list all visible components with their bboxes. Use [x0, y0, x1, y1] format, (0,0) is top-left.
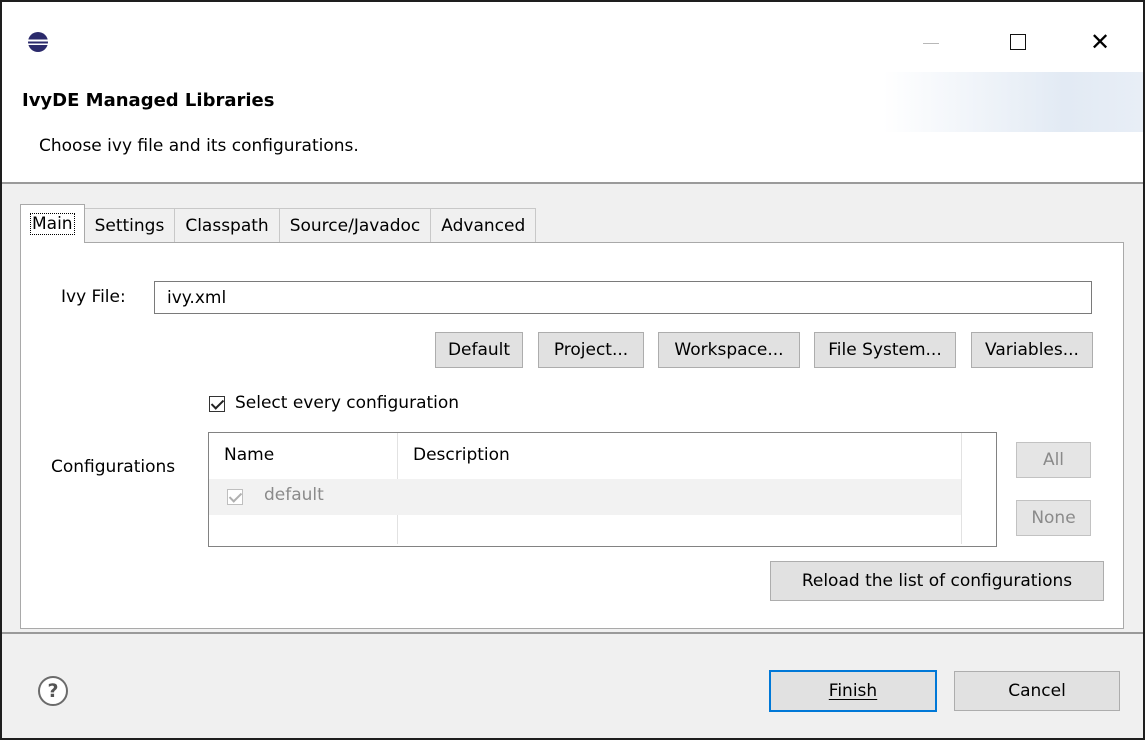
configurations-table[interactable]: Name Description default: [208, 432, 997, 547]
table-row[interactable]: default: [209, 479, 961, 515]
tab-settings[interactable]: Settings: [83, 208, 176, 243]
finish-label: Finish: [828, 681, 878, 701]
dialog-body: Main Settings Classpath Source/Javadoc A…: [2, 184, 1143, 632]
project-button[interactable]: Project...: [538, 332, 644, 368]
configurations-label: Configurations: [51, 457, 176, 477]
help-icon[interactable]: ?: [38, 676, 68, 706]
all-button[interactable]: All: [1016, 442, 1091, 478]
eclipse-icon: [28, 32, 48, 52]
column-divider: [961, 433, 962, 544]
ivyde-dialog: ✕ IvyDE Managed Libraries Choose ivy fil…: [0, 0, 1145, 740]
column-header-description[interactable]: Description: [413, 433, 953, 477]
tab-label: Classpath: [185, 216, 269, 236]
column-header-name[interactable]: Name: [224, 433, 394, 477]
main-tab-panel: Ivy File: Default Project... Workspace..…: [20, 242, 1124, 629]
dialog-footer: ? Finish Cancel: [2, 634, 1143, 738]
header-banner: [883, 72, 1143, 132]
tab-label: Main: [30, 213, 75, 235]
tab-label: Source/Javadoc: [289, 216, 421, 236]
page-description: Choose ivy file and its configurations.: [39, 136, 359, 156]
workspace-button[interactable]: Workspace...: [658, 332, 800, 368]
close-icon: ✕: [1089, 28, 1111, 56]
tab-advanced[interactable]: Advanced: [430, 208, 537, 243]
file-system-button[interactable]: File System...: [814, 332, 956, 368]
minimize-icon: [923, 42, 939, 44]
finish-button[interactable]: Finish: [769, 670, 937, 712]
variables-button[interactable]: Variables...: [971, 332, 1093, 368]
select-every-checkbox[interactable]: [209, 396, 225, 412]
ivy-file-input[interactable]: [154, 281, 1092, 314]
default-button[interactable]: Default: [435, 332, 523, 368]
tab-label: Advanced: [441, 216, 526, 236]
tab-source-javadoc[interactable]: Source/Javadoc: [278, 208, 432, 243]
row-checkbox[interactable]: [227, 489, 243, 505]
tab-label: Settings: [94, 216, 165, 236]
ivy-file-label: Ivy File:: [61, 287, 126, 307]
minimize-button[interactable]: [908, 22, 954, 62]
maximize-button[interactable]: [995, 22, 1041, 62]
tab-bar: Main Settings Classpath Source/Javadoc A…: [20, 204, 537, 244]
title-bar: ✕: [2, 2, 1143, 72]
select-every-label: Select every configuration: [235, 393, 460, 413]
cancel-button[interactable]: Cancel: [954, 671, 1120, 711]
close-button[interactable]: ✕: [1077, 22, 1123, 62]
page-title: IvyDE Managed Libraries: [22, 90, 275, 111]
maximize-icon: [1010, 34, 1026, 50]
row-name: default: [264, 485, 324, 505]
tab-main[interactable]: Main: [20, 204, 85, 243]
dialog-header: IvyDE Managed Libraries Choose ivy file …: [2, 72, 1143, 184]
reload-configurations-button[interactable]: Reload the list of configurations: [770, 561, 1104, 601]
tab-classpath[interactable]: Classpath: [174, 208, 280, 243]
none-button[interactable]: None: [1016, 500, 1091, 536]
